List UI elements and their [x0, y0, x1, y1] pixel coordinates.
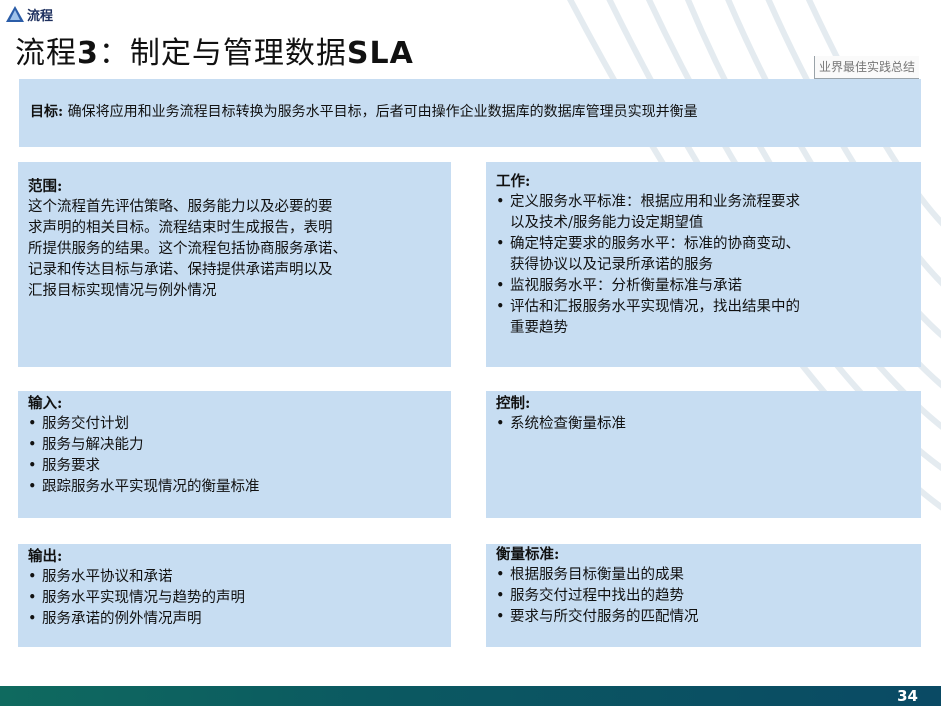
- measure-list: 根据服务目标衡量出的成果 服务交付过程中找出的趋势 要求与所交付服务的匹配情况: [496, 565, 913, 628]
- control-heading: 控制:: [496, 395, 531, 412]
- output-heading: 输出:: [28, 548, 63, 565]
- scope-line: 记录和传达目标与承诺、保持提供承诺声明以及: [28, 262, 333, 278]
- list-item: 评估和汇报服务水平实现情况，找出结果中的重要趋势: [496, 297, 913, 339]
- list-item: 服务水平实现情况与趋势的声明: [28, 588, 443, 609]
- output-list: 服务水平协议和承诺 服务水平实现情况与趋势的声明 服务承诺的例外情况声明: [28, 567, 443, 630]
- page-number: 34: [897, 687, 918, 705]
- list-item: 监视服务水平：分析衡量标准与承诺: [496, 276, 913, 297]
- scope-line: 汇报目标实现情况与例外情况: [28, 283, 217, 299]
- list-item-line: 获得协议以及记录所承诺的服务: [510, 257, 713, 273]
- goal-box: 目标: 确保将应用和业务流程目标转换为服务水平目标，后者可由操作企业数据库的数据…: [19, 79, 921, 147]
- footer-bar: 34: [0, 686, 941, 706]
- list-item-line: 重要趋势: [510, 320, 568, 336]
- input-heading: 输入:: [28, 395, 63, 412]
- control-list: 系统检查衡量标准: [496, 414, 913, 435]
- scope-line: 这个流程首先评估策略、服务能力以及必要的要: [28, 199, 333, 215]
- list-item: 确定特定要求的服务水平：标准的协商变动、获得协议以及记录所承诺的服务: [496, 234, 913, 276]
- logo-text: 流程: [27, 8, 54, 24]
- work-list: 定义服务水平标准：根据应用和业务流程要求以及技术/服务能力设定期望值 确定特定要…: [496, 192, 913, 339]
- title-suffix: SLA: [346, 36, 414, 71]
- scope-line: 求声明的相关目标。流程结束时生成报告，表明: [28, 220, 333, 236]
- work-heading: 工作:: [496, 173, 531, 190]
- input-box: 输入: 服务交付计划 服务与解决能力 服务要求 跟踪服务水平实现情况的衡量标准: [18, 391, 451, 518]
- scope-box: 范围: 这个流程首先评估策略、服务能力以及必要的要 求声明的相关目标。流程结束时…: [18, 162, 451, 367]
- list-item: 服务水平协议和承诺: [28, 567, 443, 588]
- list-item-line: 监视服务水平：分析衡量标准与承诺: [510, 278, 742, 294]
- list-item-line: 评估和汇报服务水平实现情况，找出结果中的: [510, 299, 800, 315]
- measure-box: 衡量标准: 根据服务目标衡量出的成果 服务交付过程中找出的趋势 要求与所交付服务…: [486, 544, 921, 647]
- list-item-line: 定义服务水平标准：根据应用和业务流程要求: [510, 194, 800, 210]
- list-item: 要求与所交付服务的匹配情况: [496, 607, 913, 628]
- list-item: 系统检查衡量标准: [496, 414, 913, 435]
- list-item-line: 确定特定要求的服务水平：标准的协商变动、: [510, 236, 800, 252]
- work-box: 工作: 定义服务水平标准：根据应用和业务流程要求以及技术/服务能力设定期望值 确…: [486, 162, 921, 367]
- list-item: 服务与解决能力: [28, 435, 443, 456]
- list-item: 服务承诺的例外情况声明: [28, 609, 443, 630]
- title-rest: ：制定与管理数据: [98, 36, 347, 71]
- title-prefix: 流程: [15, 36, 77, 71]
- list-item: 服务交付计划: [28, 414, 443, 435]
- page-title: 流程3：制定与管理数据SLA: [15, 28, 414, 72]
- triangle-logo-icon: [6, 6, 24, 22]
- logo: 流程: [5, 4, 53, 24]
- measure-heading: 衡量标准:: [496, 546, 560, 563]
- output-box: 输出: 服务水平协议和承诺 服务水平实现情况与趋势的声明 服务承诺的例外情况声明: [18, 544, 451, 647]
- best-practice-tag: 业界最佳实践总结: [813, 56, 919, 79]
- list-item: 服务交付过程中找出的趋势: [496, 586, 913, 607]
- list-item: 根据服务目标衡量出的成果: [496, 565, 913, 586]
- list-item: 跟踪服务水平实现情况的衡量标准: [28, 477, 443, 498]
- list-item-line: 以及技术/服务能力设定期望值: [510, 215, 704, 231]
- control-box: 控制: 系统检查衡量标准: [486, 391, 921, 518]
- list-item: 服务要求: [28, 456, 443, 477]
- scope-line: 所提供服务的结果。这个流程包括协商服务承诺、: [28, 241, 347, 257]
- input-list: 服务交付计划 服务与解决能力 服务要求 跟踪服务水平实现情况的衡量标准: [28, 414, 443, 498]
- goal-label: 目标:: [30, 104, 64, 120]
- goal-text: 确保将应用和业务流程目标转换为服务水平目标，后者可由操作企业数据库的数据库管理员…: [67, 104, 698, 120]
- list-item: 定义服务水平标准：根据应用和业务流程要求以及技术/服务能力设定期望值: [496, 192, 913, 234]
- scope-heading: 范围:: [28, 178, 63, 195]
- title-number: 3: [77, 36, 99, 71]
